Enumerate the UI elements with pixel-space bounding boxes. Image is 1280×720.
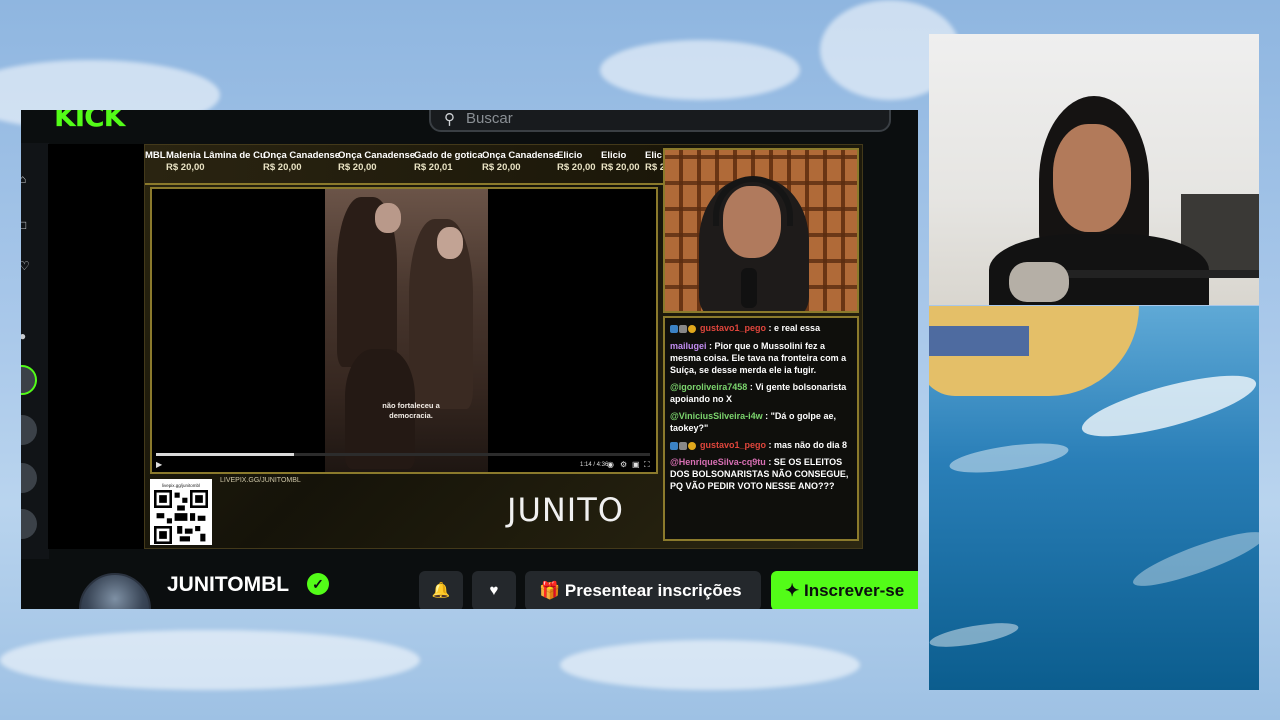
notification-button[interactable]: 🔔 <box>419 571 463 609</box>
pip-icon[interactable]: ▣ <box>632 460 640 469</box>
gift-subs-button[interactable]: 🎁 Presentear inscrições <box>525 571 761 609</box>
subscribe-label: Inscrever-se <box>803 581 905 600</box>
chat-overlay: gustavo1_pego : e real essa mailugei : P… <box>663 316 859 541</box>
kick-window: KICK ⚲ Buscar ⌂ □ ♡ ● ○ MBL Malenia Lâmi… <box>21 110 918 609</box>
subscribe-button[interactable]: ✦ Inscrever-se <box>771 571 918 609</box>
microphone-icon <box>1009 262 1069 302</box>
ticker-item: Elicio R$ 20,00 <box>557 150 596 173</box>
ticker-item: ElicR$ 2 <box>645 150 663 173</box>
sidebar-channel-avatar[interactable] <box>21 509 37 539</box>
chat-message: @igoroliveira7458 : Vi gente bolsonarist… <box>670 381 847 404</box>
ticker-item: Elicio R$ 20,00 <box>601 150 640 173</box>
background-cloud <box>560 640 860 690</box>
search-input[interactable]: ⚲ Buscar <box>429 110 891 132</box>
stream-player[interactable]: MBL Malenia Lâmina de Cu R$ 20,00 Onça Ca… <box>144 144 863 549</box>
sidebar: ⌂ □ ♡ ● ○ <box>21 143 49 609</box>
decorative-artwork <box>929 306 1259 690</box>
gift-icon: 🎁 <box>539 581 561 600</box>
chat-message: mailugei : Pior que o Mussolini fez a me… <box>670 340 847 375</box>
search-icon: ⚲ <box>444 111 455 128</box>
settings-icon[interactable]: ⚙ <box>620 460 627 469</box>
heart-icon: ♥ <box>489 582 499 599</box>
channel-avatar[interactable] <box>79 573 151 609</box>
play-icon[interactable]: ▶ <box>156 460 162 469</box>
chat-message: @ViniciusSilveira-i4w : "Dá o golpe ae, … <box>670 410 836 433</box>
sparkle-icon: ✦ <box>785 581 800 600</box>
sidebar-channel-avatar[interactable] <box>21 463 37 493</box>
donation-ticker: MBL Malenia Lâmina de Cu R$ 20,00 Onça Ca… <box>145 145 663 185</box>
background-cloud <box>600 40 800 100</box>
gift-subs-label: Presentear inscrições <box>564 581 742 600</box>
badge-icons <box>670 323 697 335</box>
following-icon[interactable]: ♡ <box>21 260 31 272</box>
ticker-item: MBL <box>145 150 166 161</box>
volume-icon[interactable]: ◉ <box>607 460 614 469</box>
verified-icon: ✓ <box>307 573 329 595</box>
home-icon[interactable]: ⌂ <box>21 173 31 185</box>
video-caption: não fortaleceu a democracia. <box>382 401 440 420</box>
qr-label: livepix.gg/junitombl <box>161 483 201 488</box>
badge-icons <box>670 439 697 451</box>
ticker-item: Onça Canadense R$ 20,00 <box>263 150 341 173</box>
background-cloud <box>0 630 420 690</box>
sidebar-channel-avatar[interactable] <box>21 415 37 445</box>
top-bar: KICK ⚲ Buscar <box>21 110 918 143</box>
fullscreen-icon[interactable]: ⛶ <box>644 460 650 470</box>
video-progress-bar[interactable] <box>156 453 650 456</box>
sidebar-channel-avatar[interactable] <box>21 365 37 395</box>
search-placeholder: Buscar <box>466 110 513 127</box>
reactor-webcam <box>929 34 1259 305</box>
follow-button[interactable]: ♥ <box>472 571 516 609</box>
chat-message: gustavo1_pego : mas não do dia 8 <box>670 439 852 452</box>
video-time: 1:14 / 4:36 <box>580 462 609 468</box>
channel-info-bar: JUNITOMBL ✓ 🔔 ♥ 🎁 Presentear inscrições … <box>21 559 918 609</box>
player-letterbox <box>48 144 144 549</box>
bell-icon: 🔔 <box>431 582 451 599</box>
kick-logo[interactable]: KICK <box>54 110 125 133</box>
junito-brand-logo: JUNITO <box>507 491 624 529</box>
ticker-item: Gado de gotica R$ 20,01 <box>414 150 483 173</box>
livepix-url: LIVEPIX.GG/JUNITOMBL <box>220 477 301 484</box>
qr-code-image <box>154 490 208 544</box>
ticker-item: Onça Canadense R$ 20,00 <box>338 150 416 173</box>
chat-message: gustavo1_pego : e real essa <box>670 322 852 335</box>
embedded-video[interactable]: não fortaleceu a democracia. ▶ 1:14 / 4:… <box>150 187 658 474</box>
livepix-qr-code: livepix.gg/junitombl <box>150 479 212 545</box>
channel-name[interactable]: JUNITOMBL <box>167 573 289 597</box>
chat-message: @HenriqueSilva-cq9tu : SE OS ELEITOS DOS… <box>670 457 849 492</box>
ticker-item: Malenia Lâmina de Cu R$ 20,00 <box>166 150 266 173</box>
microphone-icon <box>741 268 757 308</box>
dot-icon: ● <box>21 329 27 343</box>
ticker-item: Onça Canadense R$ 20,00 <box>482 150 560 173</box>
streamer-camera <box>663 148 859 313</box>
historical-photo: não fortaleceu a democracia. <box>325 189 488 472</box>
browse-icon[interactable]: □ <box>21 219 31 231</box>
